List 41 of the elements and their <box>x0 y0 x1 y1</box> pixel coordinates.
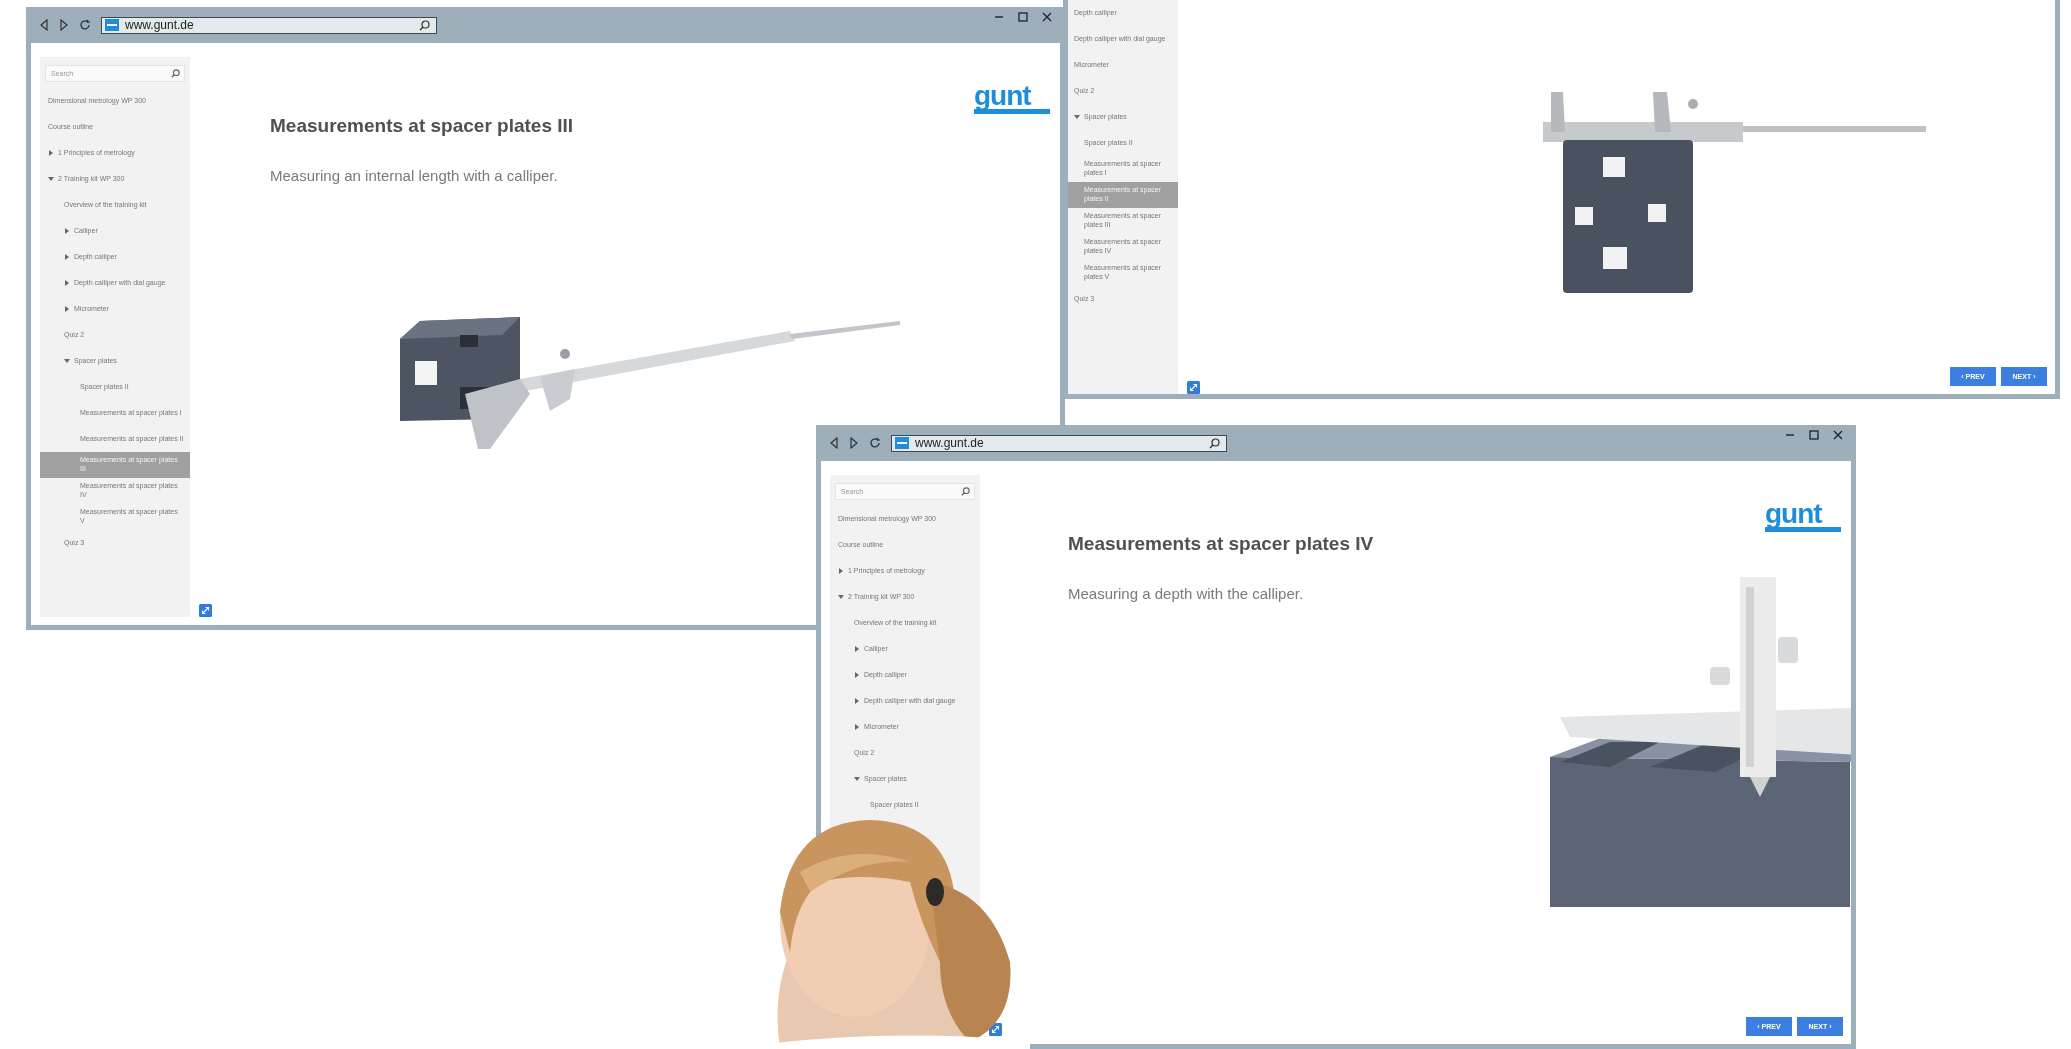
forward-icon[interactable] <box>849 437 859 449</box>
caret-icon[interactable] <box>838 568 844 574</box>
caret-icon[interactable] <box>64 254 70 260</box>
caret-icon[interactable] <box>854 646 860 652</box>
caret-icon[interactable] <box>854 672 860 678</box>
site-icon <box>895 437 909 449</box>
caret-icon[interactable] <box>48 176 54 182</box>
caret-icon[interactable] <box>854 698 860 704</box>
slide-subtitle: Measuring an internal length with a calliper. <box>270 167 559 184</box>
search-icon[interactable] <box>1209 437 1220 449</box>
expand-icon[interactable] <box>1187 381 1200 394</box>
caret-icon[interactable] <box>1074 114 1080 120</box>
slide-subtitle: Measuring a depth with the calliper. <box>1068 585 1305 602</box>
forward-icon[interactable] <box>59 19 69 31</box>
caret-icon[interactable] <box>854 776 860 782</box>
search-icon[interactable] <box>961 487 970 496</box>
maximize-icon[interactable] <box>1809 430 1819 440</box>
logo: gunt <box>1765 501 1841 532</box>
reload-icon[interactable] <box>79 19 91 31</box>
caret-icon[interactable] <box>64 228 70 234</box>
expand-icon[interactable] <box>199 604 212 617</box>
slide-title: Measurements at spacer plates IV <box>1068 533 1375 555</box>
slide-title: Measurements at spacer plates III <box>270 115 575 137</box>
address-bar[interactable]: www.gunt.de <box>101 16 437 34</box>
search-icon[interactable] <box>171 69 180 78</box>
caret-icon[interactable] <box>854 724 860 730</box>
close-icon[interactable] <box>1042 12 1052 22</box>
caret-icon[interactable] <box>64 358 70 364</box>
close-icon[interactable] <box>1833 430 1843 440</box>
site-icon <box>105 19 119 31</box>
address-bar[interactable]: www.gunt.de <box>891 434 1227 452</box>
caret-icon[interactable] <box>838 594 844 600</box>
logo: gunt <box>974 83 1050 114</box>
caret-icon[interactable] <box>48 150 54 156</box>
search-icon[interactable] <box>419 19 430 31</box>
maximize-icon[interactable] <box>1018 12 1028 22</box>
reload-icon[interactable] <box>869 437 881 449</box>
back-icon[interactable] <box>829 437 839 449</box>
back-icon[interactable] <box>39 19 49 31</box>
caret-icon[interactable] <box>64 280 70 286</box>
caret-icon[interactable] <box>64 306 70 312</box>
